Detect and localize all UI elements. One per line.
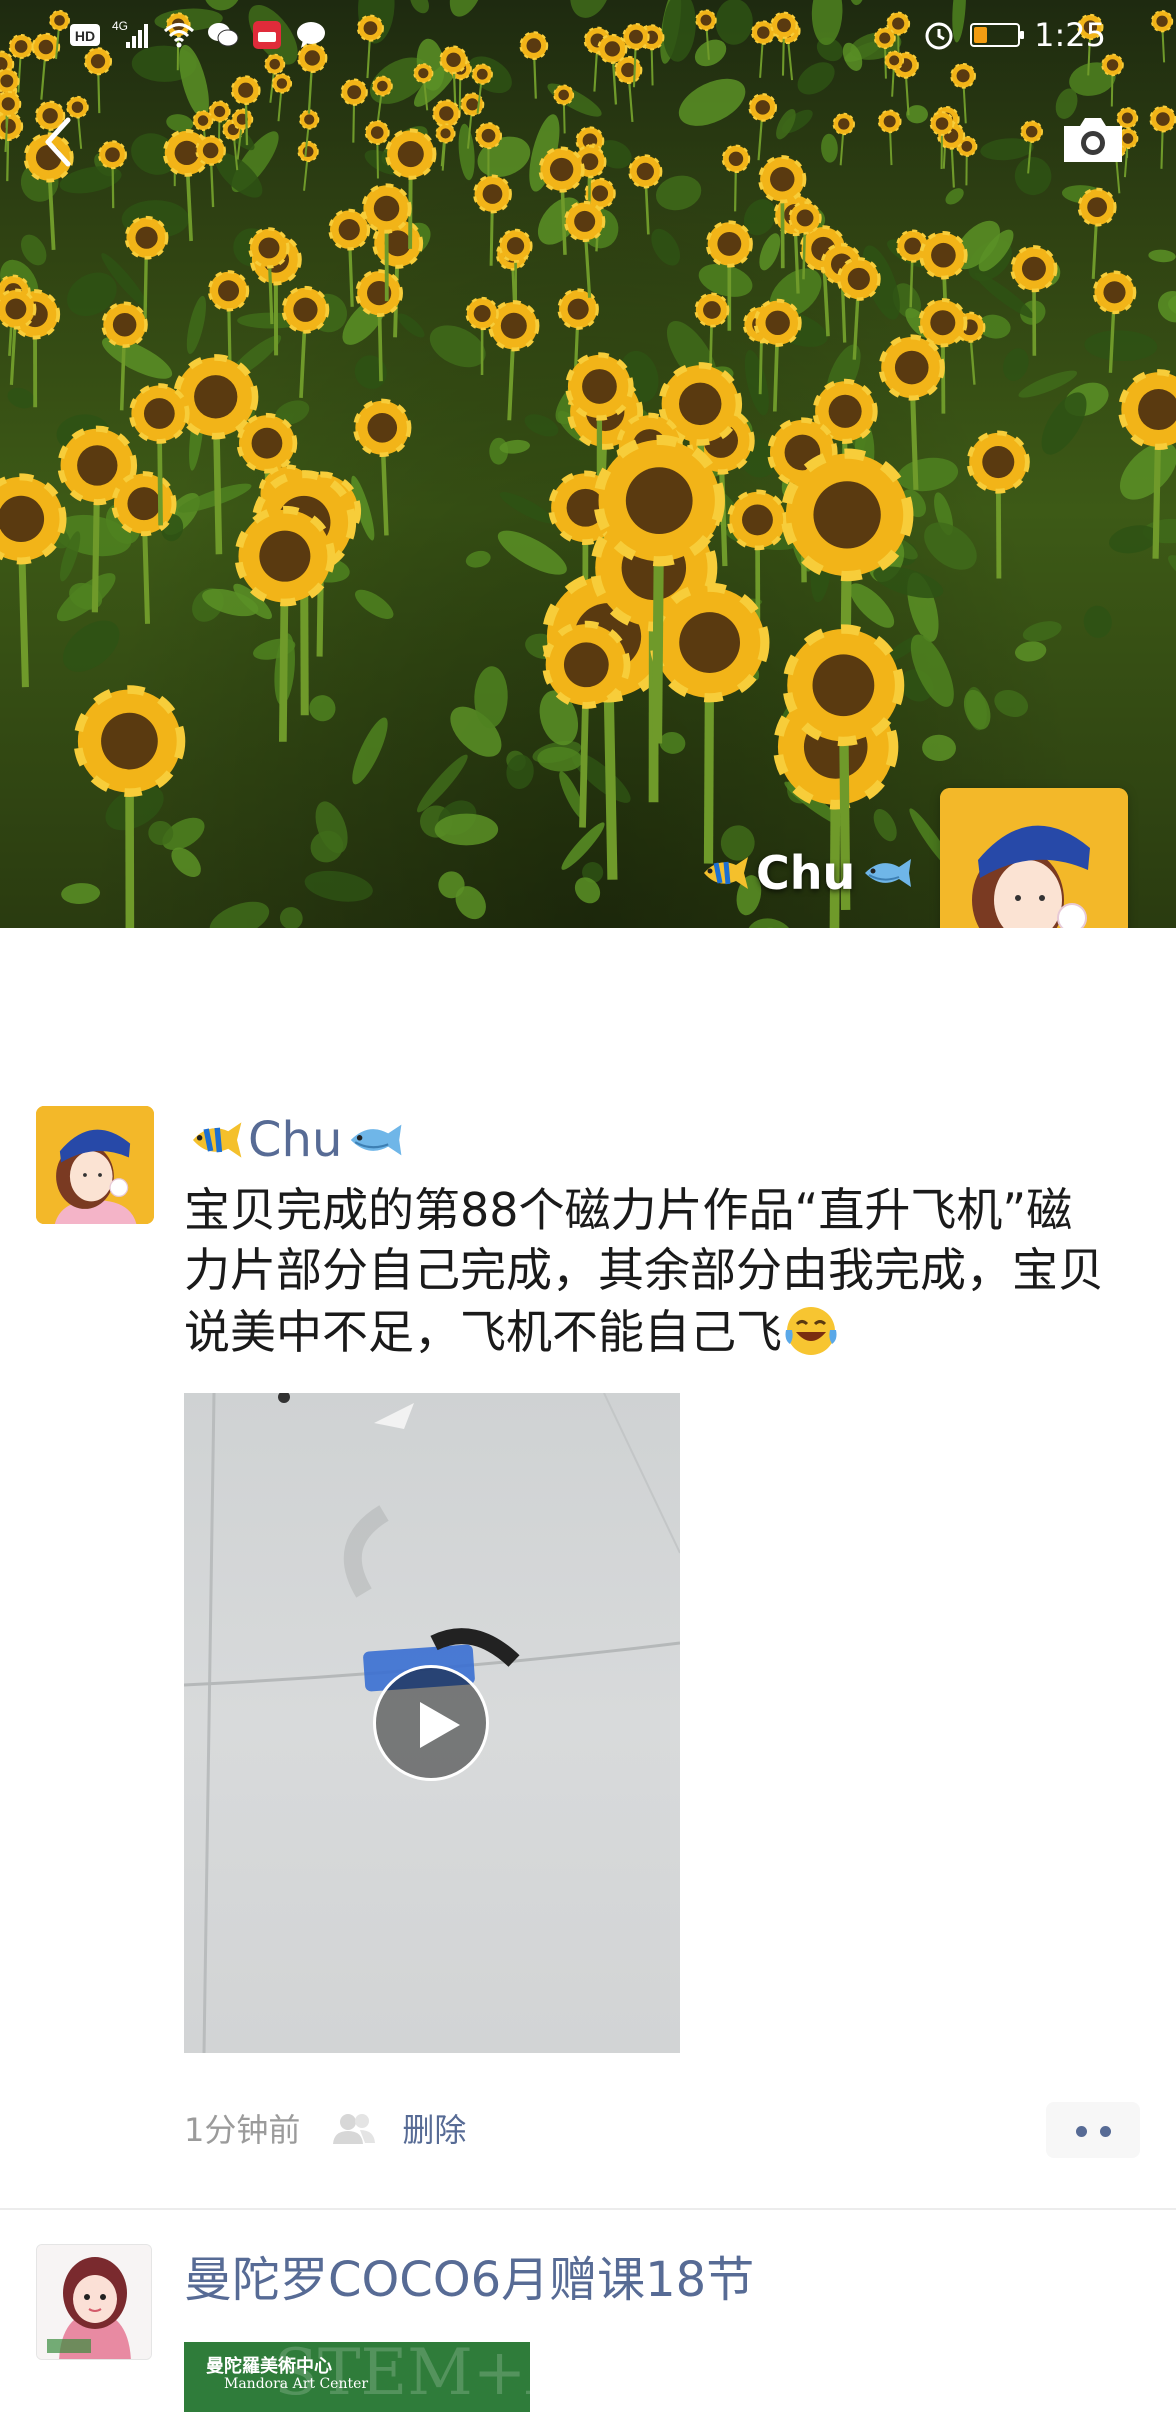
- cover-avatar[interactable]: [940, 788, 1128, 928]
- post-author-name-text: Chu: [248, 1106, 342, 1174]
- sunflower: [723, 146, 749, 212]
- post-meta: 1分钟前 删除: [184, 2100, 466, 2156]
- next-post-image-title: 曼陀羅美術中心: [206, 2352, 332, 2378]
- message-icon: [294, 18, 328, 52]
- post-author-avatar[interactable]: [36, 1106, 154, 1224]
- sunflower: [1150, 107, 1175, 169]
- battery-level: [974, 27, 987, 43]
- sunflower: [0, 290, 35, 385]
- svg-text:HD: HD: [75, 28, 95, 44]
- crying-laughing-emoji: [782, 1300, 840, 1358]
- next-post-avatar[interactable]: [36, 2244, 152, 2360]
- post-video[interactable]: [184, 1393, 680, 2053]
- sunflower: [654, 587, 765, 863]
- status-bar: HD 4G: [0, 0, 1176, 72]
- cover-image[interactable]: HD 4G: [0, 0, 1176, 928]
- next-post-image[interactable]: STEM+A 曼陀羅美術中心 Mandora Art Center: [184, 2342, 530, 2412]
- sunflower: [298, 142, 318, 191]
- sunflower: [490, 302, 537, 420]
- back-button[interactable]: [36, 110, 84, 174]
- sunflower: [500, 230, 531, 309]
- camera-button[interactable]: [1058, 112, 1128, 168]
- battery-icon: [970, 23, 1020, 47]
- cover-user-name[interactable]: Chu: [696, 846, 915, 900]
- next-post-image-subtitle: Mandora Art Center: [224, 2376, 368, 2392]
- sunflower: [0, 477, 63, 687]
- app-notification-icon: [250, 18, 284, 52]
- post-content: Chu 宝贝完成的第88个磁力片作品“直升飞机”磁力片部分自己完成，其余部分由我…: [184, 1106, 1124, 1362]
- sunflower: [879, 110, 901, 165]
- signal-icon: 4G: [112, 18, 152, 52]
- play-icon[interactable]: [373, 1665, 489, 1781]
- sunflower: [342, 80, 367, 143]
- hd-icon: HD: [68, 18, 102, 52]
- sunflower: [566, 202, 604, 297]
- sunflower: [1079, 189, 1115, 279]
- tropical-fish-icon: [696, 853, 752, 893]
- cartoon-girl-avatar: [37, 2245, 152, 2360]
- post-text: 宝贝完成的第88个磁力片作品“直升飞机”磁力片部分自己完成，其余部分由我完成，宝…: [184, 1180, 1104, 1362]
- sunflower: [436, 124, 455, 170]
- girl-avatar-illustration: [940, 788, 1128, 928]
- alarm-icon: [922, 18, 956, 52]
- status-time: 1:25: [1034, 16, 1106, 54]
- girl-avatar-illustration: [36, 1106, 154, 1224]
- sunflower: [272, 74, 291, 121]
- post-divider: [0, 2208, 1176, 2210]
- fish-icon: [859, 853, 915, 893]
- wifi-icon: [162, 18, 196, 52]
- post-time: 1分钟前: [184, 2105, 300, 2151]
- svg-text:4G: 4G: [112, 19, 128, 33]
- cover-user-name-text: Chu: [756, 846, 855, 900]
- more-dots-icon[interactable]: [1046, 2102, 1140, 2158]
- people-icon[interactable]: [330, 2111, 378, 2145]
- camera-icon: [1064, 118, 1122, 162]
- sunflower: [283, 288, 327, 398]
- wechat-icon: [206, 18, 240, 52]
- post-text-content: 宝贝完成的第88个磁力片作品“直升飞机”磁力片部分自己完成，其余部分由我完成，宝…: [184, 1183, 1104, 1359]
- tropical-fish-icon: [184, 1118, 246, 1162]
- next-post-title[interactable]: 曼陀罗COCO6月赠课18节: [184, 2246, 754, 2314]
- status-left: HD 4G: [68, 18, 328, 52]
- fish-icon: [344, 1118, 406, 1162]
- sunflower: [750, 94, 776, 160]
- sunflower: [969, 433, 1027, 579]
- sunflower: [126, 218, 166, 319]
- sunflower: [833, 114, 854, 166]
- post-author-name[interactable]: Chu: [184, 1106, 1124, 1174]
- chevron-left-icon: [48, 120, 68, 164]
- sunflower: [0, 112, 22, 181]
- status-right: 1:25: [922, 16, 1106, 54]
- delete-link[interactable]: 删除: [402, 2105, 466, 2151]
